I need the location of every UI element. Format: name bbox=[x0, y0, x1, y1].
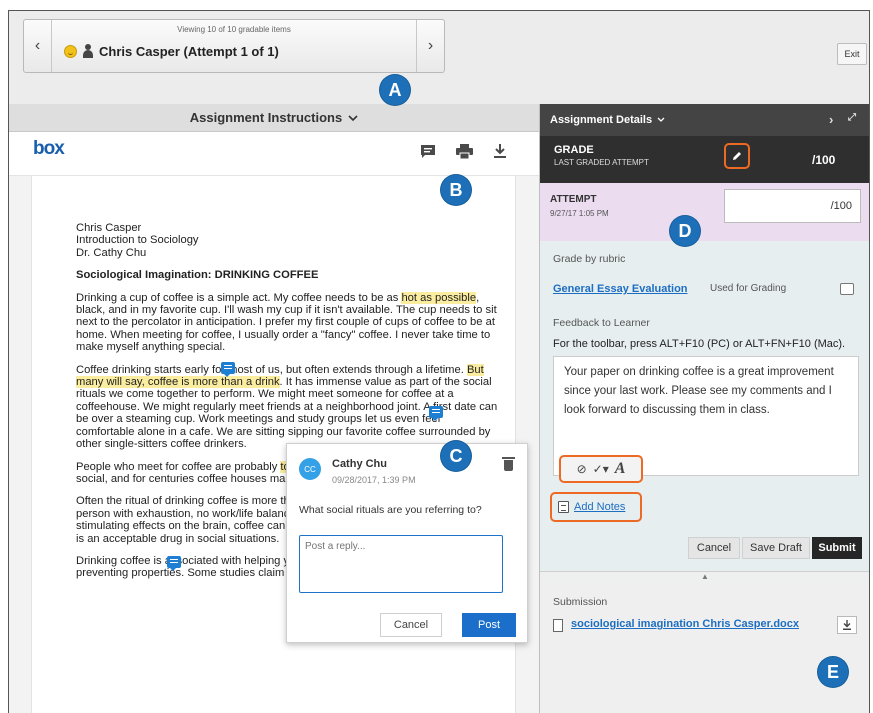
avatar: CC bbox=[299, 458, 321, 480]
student-selector[interactable]: Chris Casper (Attempt 1 of 1) bbox=[64, 40, 279, 62]
download-icon bbox=[843, 619, 851, 630]
comment-cancel-button[interactable]: Cancel bbox=[380, 613, 442, 637]
submission-file-link[interactable]: sociological imagination Chris Casper.do… bbox=[571, 618, 799, 630]
student-name: Chris Casper (Attempt 1 of 1) bbox=[99, 43, 279, 59]
grading-form: Grade by rubric General Essay Evaluation… bbox=[540, 241, 869, 571]
chevron-up-icon: ▲ bbox=[701, 572, 709, 581]
chevron-down-icon bbox=[657, 117, 665, 122]
assignment-instructions-toggle[interactable]: Assignment Instructions bbox=[9, 104, 539, 132]
callout-badge-c: C bbox=[441, 441, 471, 471]
chevron-down-icon bbox=[348, 114, 358, 121]
submission-section: Submission sociological imagination Chri… bbox=[540, 583, 869, 713]
comment-marker-icon[interactable] bbox=[167, 556, 181, 571]
panel-divider[interactable]: ▲ bbox=[540, 571, 869, 583]
comment-icon[interactable] bbox=[419, 142, 437, 160]
user-icon bbox=[82, 44, 94, 58]
doc-header-line: Chris Casper bbox=[76, 222, 142, 234]
comment-marker-icon[interactable] bbox=[221, 362, 235, 377]
comment-post-button[interactable]: Post bbox=[462, 613, 516, 637]
box-viewer-toolbar: box bbox=[9, 132, 539, 176]
feedback-text[interactable]: Your paper on drinking coffee is a great… bbox=[564, 363, 854, 420]
grade-sub-label: LAST GRADED ATTEMPT bbox=[554, 158, 649, 167]
callout-badge-d: D bbox=[670, 216, 700, 246]
editor-toolbar: ⊘ ✓▾ A bbox=[559, 455, 643, 483]
chevron-right-icon: › bbox=[427, 37, 434, 54]
grade-score: /100 bbox=[812, 153, 836, 167]
comment-author: Cathy Chu bbox=[332, 458, 387, 470]
attempt-grade-input[interactable]: /100 bbox=[724, 189, 861, 223]
rubric-status: Used for Grading bbox=[710, 283, 787, 294]
attempt-section: ATTEMPT 9/27/17 1:05 PM /100 bbox=[540, 183, 869, 241]
rubric-view-icon[interactable] bbox=[840, 283, 854, 295]
doc-header-line: Dr. Cathy Chu bbox=[76, 246, 147, 259]
box-logo: box bbox=[33, 138, 65, 159]
highlighted-text[interactable]: hot as possible bbox=[401, 291, 477, 304]
file-icon bbox=[553, 619, 563, 632]
edit-grade-button[interactable] bbox=[724, 143, 750, 169]
attempt-date: 9/27/17 1:05 PM bbox=[550, 209, 609, 218]
top-bar: ‹ Viewing 10 of 10 gradable items Chris … bbox=[9, 11, 869, 104]
print-icon[interactable] bbox=[455, 142, 473, 160]
comment-text: What social rituals are you referring to… bbox=[299, 504, 482, 516]
reply-input[interactable] bbox=[299, 535, 503, 593]
grade-by-rubric-label: Grade by rubric bbox=[553, 253, 626, 265]
toolbar-hint: For the toolbar, press ALT+F10 (PC) or A… bbox=[553, 338, 846, 350]
add-notes-label: Add Notes bbox=[574, 501, 626, 513]
exit-button[interactable]: Exit bbox=[837, 43, 867, 65]
download-icon[interactable] bbox=[491, 142, 509, 160]
assignment-details-header[interactable]: Assignment Details › ⤢ bbox=[540, 104, 869, 136]
attempt-label: ATTEMPT bbox=[550, 194, 597, 205]
callout-badge-e: E bbox=[818, 657, 848, 687]
font-icon[interactable]: A bbox=[615, 460, 626, 478]
expand-icon[interactable]: ⤢ bbox=[848, 112, 856, 123]
instructions-title: Assignment Instructions bbox=[189, 110, 343, 125]
student-navigator: ‹ Viewing 10 of 10 gradable items Chris … bbox=[23, 19, 445, 73]
feedback-label: Feedback to Learner bbox=[553, 317, 650, 329]
previous-student-button[interactable]: ‹ bbox=[24, 20, 52, 72]
smiley-icon bbox=[64, 44, 77, 58]
chevron-left-icon: ‹ bbox=[34, 37, 41, 54]
details-title: Assignment Details bbox=[550, 114, 653, 126]
grading-window: ‹ Viewing 10 of 10 gradable items Chris … bbox=[8, 10, 870, 713]
callout-badge-a: A bbox=[380, 75, 410, 105]
next-student-button[interactable]: › bbox=[416, 20, 444, 72]
doc-header-line: Introduction to Sociology bbox=[76, 234, 199, 247]
doc-heading: Sociological Imagination: DRINKING COFFE… bbox=[76, 269, 319, 282]
feedback-editor[interactable]: Your paper on drinking coffee is a great… bbox=[553, 356, 859, 483]
add-notes-button[interactable]: Add Notes bbox=[550, 492, 642, 522]
comment-marker-icon[interactable] bbox=[429, 406, 443, 421]
save-draft-button[interactable]: Save Draft bbox=[742, 537, 810, 559]
attach-icon[interactable]: ⊘ bbox=[577, 462, 587, 476]
comment-date: 09/28/2017, 1:39 PM bbox=[332, 475, 416, 485]
rubric-link[interactable]: General Essay Evaluation bbox=[553, 283, 688, 295]
cancel-button[interactable]: Cancel bbox=[688, 537, 740, 559]
notes-icon bbox=[558, 501, 569, 513]
collapse-panel-icon[interactable]: › bbox=[829, 112, 833, 127]
submit-button[interactable]: Submit bbox=[812, 537, 862, 559]
pencil-icon bbox=[733, 152, 741, 160]
assignment-details-panel: Assignment Details › ⤢ GRADE LAST GRADED… bbox=[539, 104, 869, 713]
grade-section: GRADE LAST GRADED ATTEMPT /100 bbox=[540, 136, 869, 183]
doc-paragraph: Drinking a cup of coffee is a simple act… bbox=[76, 291, 497, 354]
submission-label: Submission bbox=[553, 596, 608, 608]
spellcheck-icon[interactable]: ✓▾ bbox=[593, 462, 609, 476]
viewing-count: Viewing 10 of 10 gradable items bbox=[177, 25, 291, 34]
trash-icon[interactable] bbox=[502, 457, 515, 471]
grade-label: GRADE bbox=[554, 144, 594, 156]
comment-popup: CC Cathy Chu 09/28/2017, 1:39 PM What so… bbox=[286, 443, 528, 643]
callout-badge-b: B bbox=[441, 175, 471, 205]
download-file-button[interactable] bbox=[837, 616, 857, 634]
